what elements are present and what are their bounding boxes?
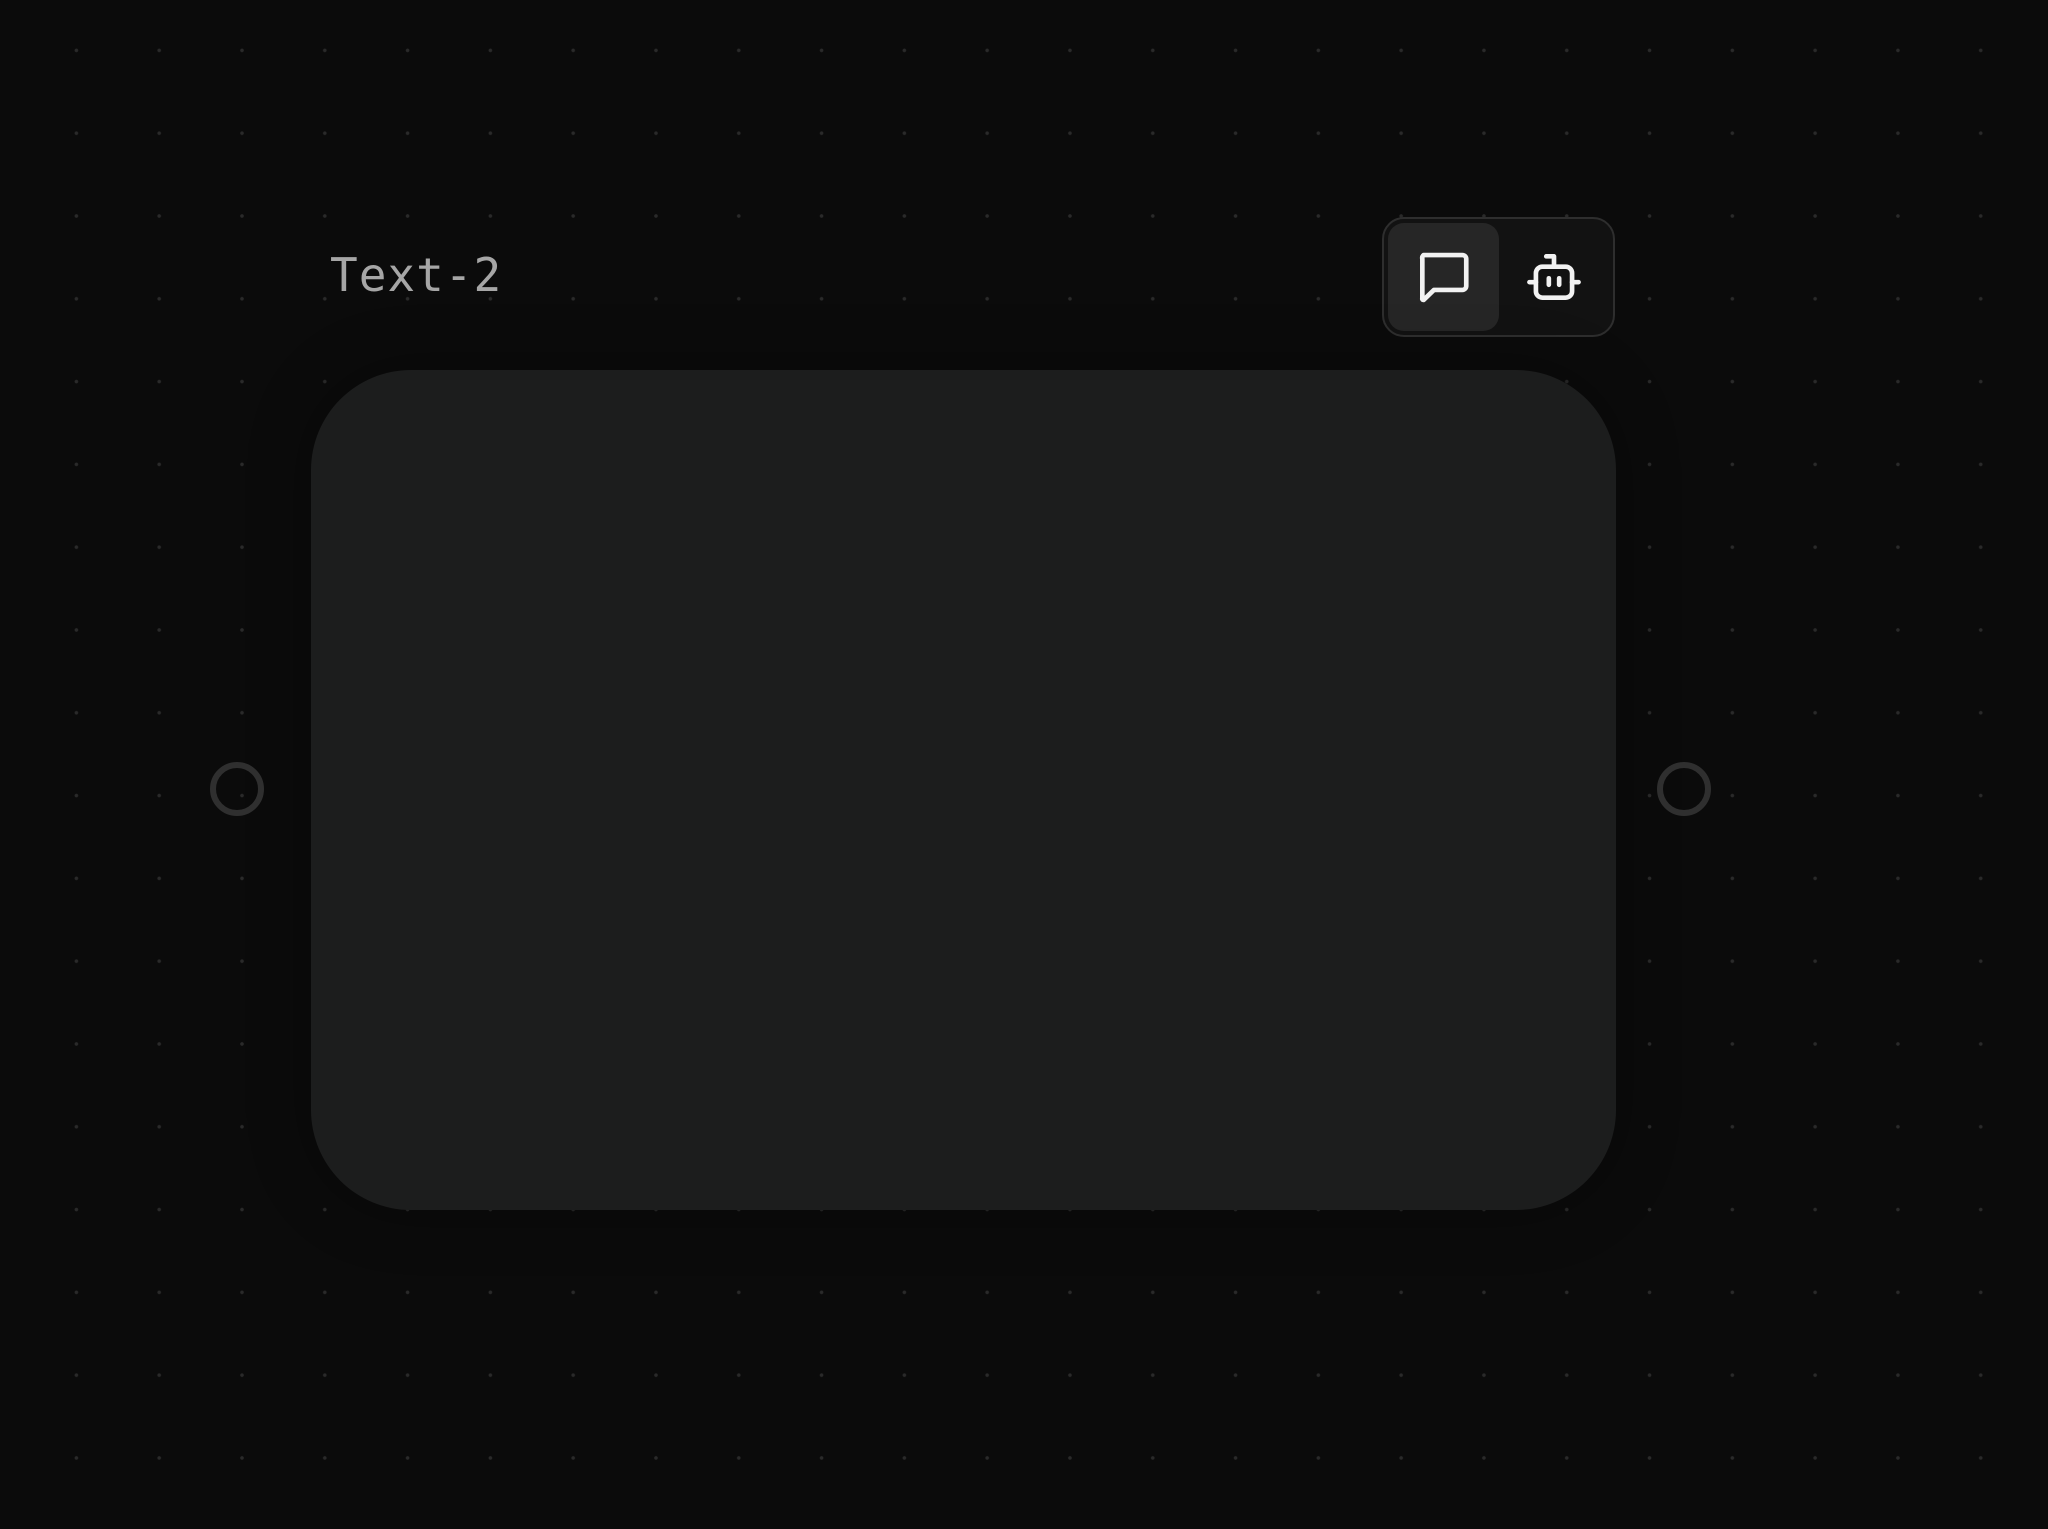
workflow-canvas[interactable]: Text-2 xyxy=(0,0,2048,1529)
text-node-card[interactable] xyxy=(311,370,1616,1210)
mode-toggle xyxy=(1382,217,1615,337)
chat-mode-button[interactable] xyxy=(1388,223,1499,331)
agent-mode-button[interactable] xyxy=(1499,223,1610,331)
input-port[interactable] xyxy=(210,762,264,816)
output-port[interactable] xyxy=(1657,762,1711,816)
chat-bubble-icon xyxy=(1420,252,1469,303)
robot-icon xyxy=(1526,254,1581,300)
node-title: Text-2 xyxy=(330,248,503,302)
